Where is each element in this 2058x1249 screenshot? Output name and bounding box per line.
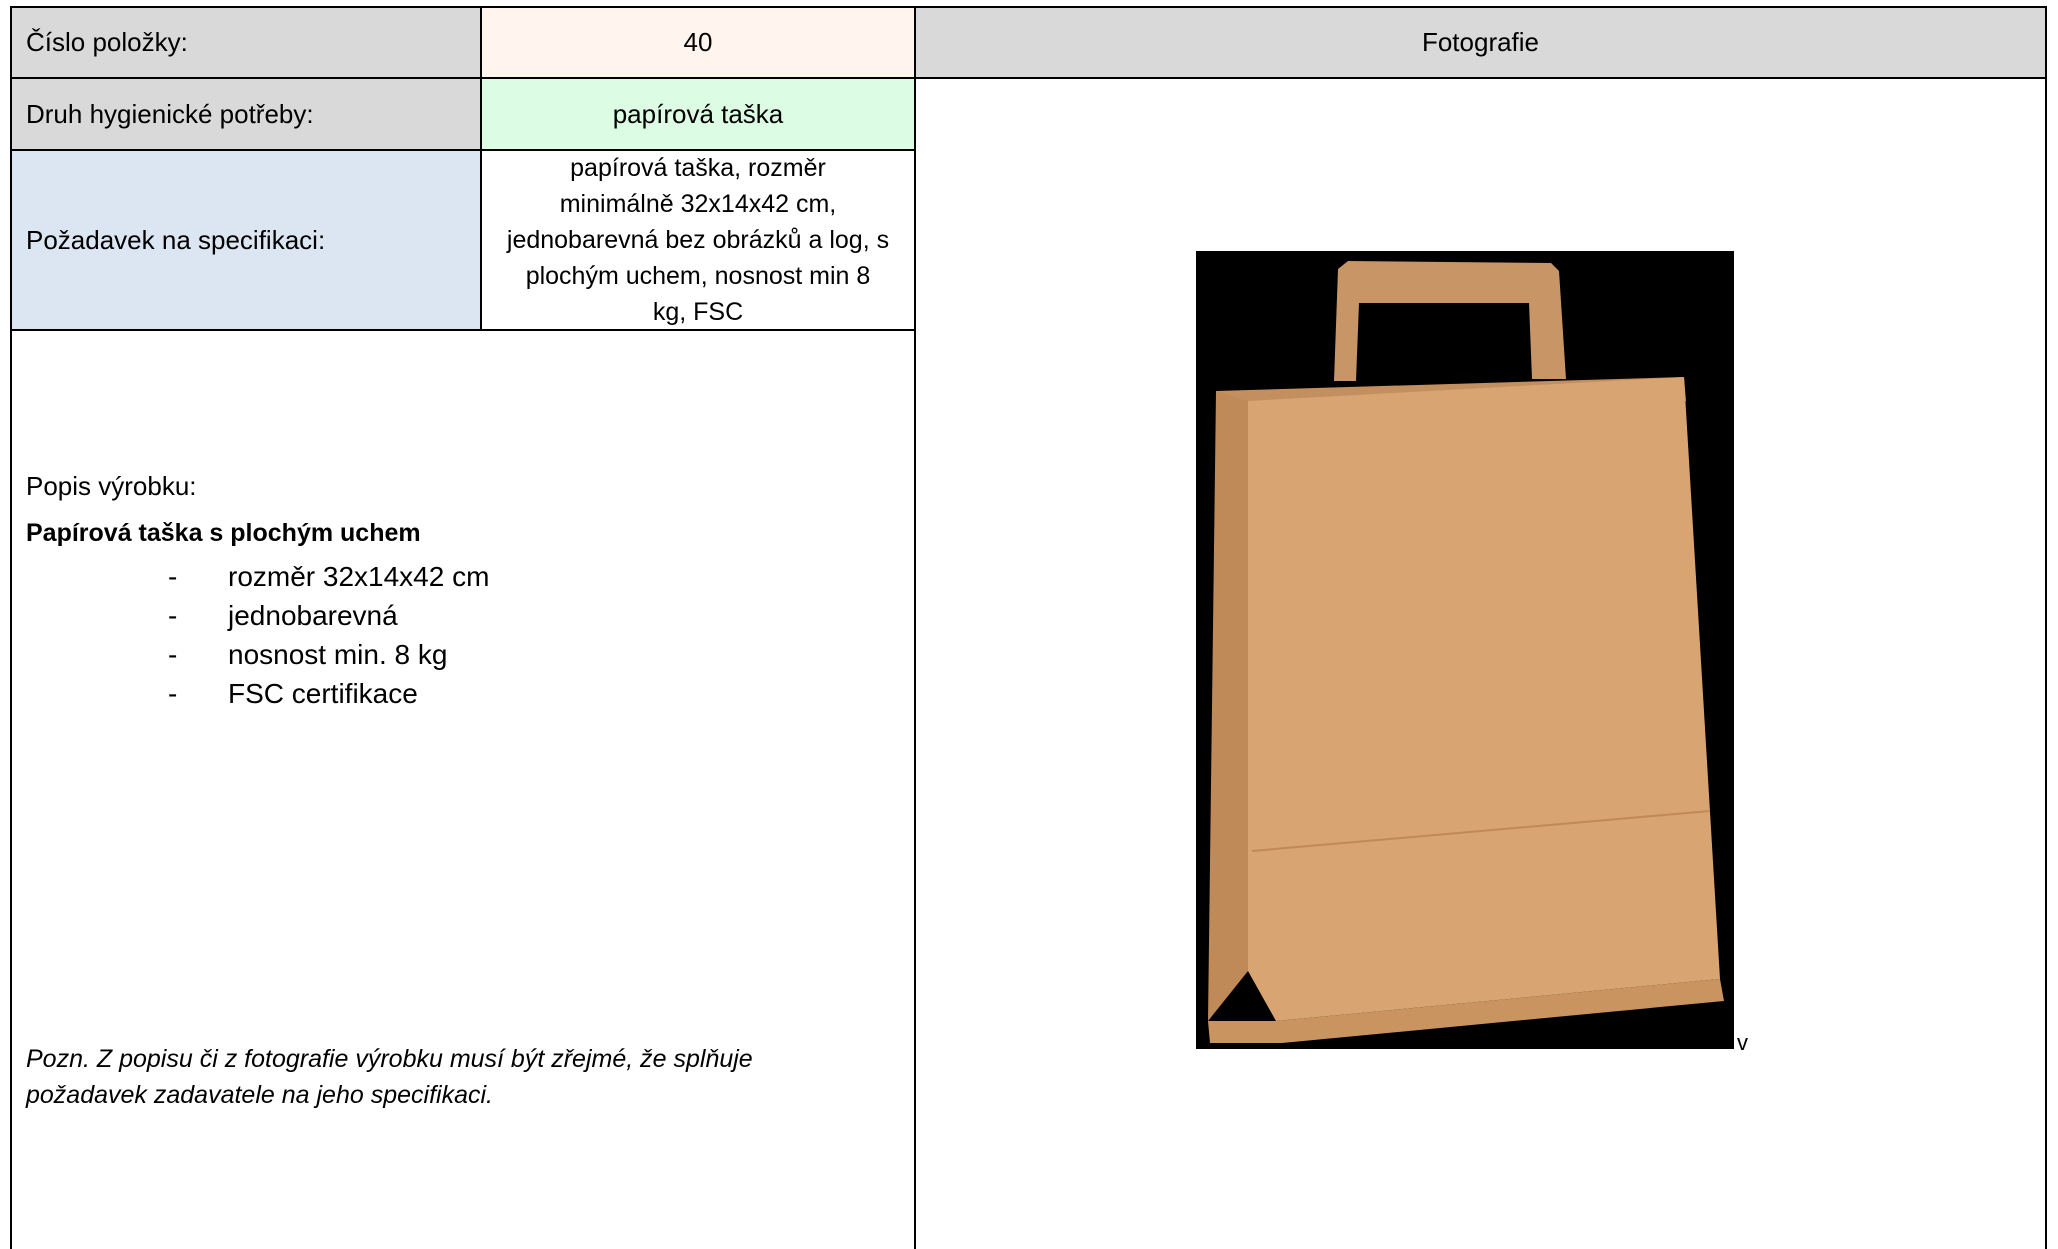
description-cell: Popis výrobku: Papírová taška s plochým … [10, 329, 916, 1249]
product-photo [1196, 251, 1734, 1049]
feature-text: rozměr 32x14x42 cm [228, 561, 490, 592]
spec-line: plochým uchem, nosnost min 8 [525, 262, 871, 290]
photo-header: Fotografie [914, 6, 2047, 79]
note: Pozn. Z popisu či z fotografie výrobku m… [26, 1041, 846, 1113]
spec-line: minimálně 32x14x42 cm, [559, 190, 837, 218]
paper-bag-icon [1208, 261, 1724, 1043]
bullet-marker: - [168, 639, 178, 670]
photo-trailing-mark: v [1737, 1030, 1748, 1055]
list-item: - FSC certifikace [168, 674, 489, 713]
item-number-label: Číslo položky: [10, 6, 482, 79]
note-line: Pozn. Z popisu či z fotografie výrobku m… [26, 1045, 753, 1073]
spec-line: kg, FSC [652, 298, 744, 326]
spec-line: papírová taška, rozměr [570, 154, 826, 182]
feature-list: - rozměr 32x14x42 cm - jednobarevná - nosno… [168, 557, 489, 713]
list-item: - jednobarevná [168, 596, 489, 635]
item-number-value: 40 [480, 6, 916, 79]
description-title: Popis výrobku: [26, 471, 197, 501]
bullet-marker: - [168, 600, 178, 631]
list-item: - rozměr 32x14x42 cm [168, 557, 489, 596]
feature-text: jednobarevná [228, 600, 398, 631]
type-value: papírová taška [480, 77, 916, 151]
spec-label: Požadavek na specifikaci: [10, 149, 482, 331]
list-item: - nosnost min. 8 kg [168, 635, 489, 674]
product-name: Papírová taška s plochým uchem [26, 519, 421, 547]
bullet-marker: - [168, 678, 178, 709]
spec-line: jednobarevná bez obrázků a log, s [506, 226, 890, 254]
bullet-marker: - [168, 561, 178, 592]
feature-text: nosnost min. 8 kg [228, 639, 448, 670]
feature-text: FSC certifikace [228, 678, 418, 709]
type-label: Druh hygienické potřeby: [10, 77, 482, 151]
note-line: požadavek zadavatele na jeho specifikaci… [26, 1081, 493, 1109]
spec-value: papírová taška, rozměr minimálně 32x14x4… [480, 149, 916, 331]
